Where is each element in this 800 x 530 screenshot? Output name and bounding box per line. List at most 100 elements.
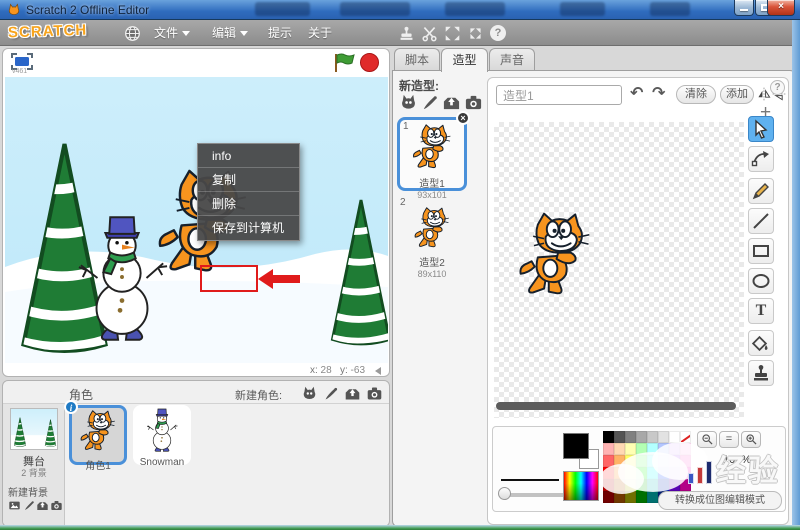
redo-icon[interactable]: ↷ [652, 84, 665, 104]
palette-color[interactable] [603, 431, 614, 443]
line-width-slider-knob[interactable] [498, 487, 511, 500]
upload-costume-icon[interactable] [442, 93, 461, 112]
language-globe-icon[interactable] [124, 25, 141, 42]
context-menu-save-to-computer[interactable]: 保存到计算机 [198, 216, 299, 240]
palette-color[interactable] [669, 431, 680, 443]
tool-rectangle[interactable] [748, 238, 774, 264]
palette-color[interactable] [636, 455, 647, 467]
palette-color[interactable] [669, 467, 680, 479]
collapse-arrow-icon[interactable] [375, 367, 381, 375]
duplicate-stamp-icon[interactable] [398, 25, 415, 42]
clear-button[interactable]: 清除 [676, 85, 716, 104]
palette-color[interactable] [669, 479, 680, 491]
palette-color[interactable] [603, 467, 614, 479]
camera-sprite-icon[interactable] [366, 385, 383, 402]
palette-color[interactable] [658, 479, 669, 491]
context-menu-duplicate[interactable]: 复制 [198, 168, 299, 192]
costume-item-1[interactable]: 1 造型1 93x101 [397, 117, 467, 200]
paint-canvas[interactable] [494, 122, 744, 418]
tool-fill[interactable] [748, 330, 774, 356]
tab-costumes[interactable]: 造型 [441, 48, 488, 72]
sprite-info-badge[interactable]: i [64, 400, 78, 414]
palette-color[interactable] [658, 443, 669, 455]
zoom-in-button[interactable] [741, 431, 761, 448]
palette-color[interactable] [625, 455, 636, 467]
upload-backdrop-icon[interactable] [36, 499, 49, 512]
close-button[interactable]: × [767, 0, 795, 16]
rainbow-color-picker[interactable] [563, 471, 599, 501]
delete-scissors-icon[interactable] [421, 25, 438, 42]
context-menu-info[interactable]: info [198, 144, 299, 168]
menu-edit[interactable]: 编辑 [206, 20, 254, 46]
minimize-button[interactable] [734, 0, 754, 16]
palette-color[interactable] [614, 443, 625, 455]
sprite-card-cat[interactable]: 角色1 [69, 405, 127, 472]
context-menu-delete[interactable]: 删除 [198, 192, 299, 216]
palette-color[interactable] [636, 467, 647, 479]
tool-ellipse[interactable] [748, 268, 774, 294]
palette-color[interactable] [636, 491, 647, 503]
palette-color[interactable] [647, 443, 658, 455]
palette-color[interactable] [603, 443, 614, 455]
palette-color[interactable] [603, 491, 614, 503]
tool-pencil[interactable] [748, 178, 774, 204]
green-flag-icon[interactable] [333, 53, 355, 73]
palette-color[interactable] [614, 431, 625, 443]
tab-sounds[interactable]: 声音 [489, 48, 535, 71]
menu-file[interactable]: 文件 [148, 20, 196, 46]
palette-color[interactable] [614, 467, 625, 479]
palette-color[interactable] [658, 467, 669, 479]
camera-costume-icon[interactable] [464, 93, 483, 112]
palette-color[interactable] [625, 467, 636, 479]
palette-color[interactable] [603, 455, 614, 467]
palette-color[interactable] [625, 479, 636, 491]
sprite-card-snowman[interactable]: Snowman [133, 405, 191, 468]
stage-canvas[interactable]: info 复制 删除 保存到计算机 [5, 77, 388, 363]
palette-color[interactable] [680, 431, 691, 443]
paint-new-sprite-icon[interactable] [323, 385, 340, 402]
palette-color[interactable] [658, 455, 669, 467]
palette-color[interactable] [625, 491, 636, 503]
palette-color[interactable] [614, 455, 625, 467]
add-import-button[interactable]: 添加 [720, 85, 754, 104]
palette-color[interactable] [680, 479, 691, 491]
camera-backdrop-icon[interactable] [50, 499, 63, 512]
tool-text[interactable]: T [748, 298, 774, 324]
primary-color-swatch[interactable] [563, 433, 589, 459]
palette-color[interactable] [658, 431, 669, 443]
palette-color[interactable] [680, 455, 691, 467]
canvas-horizontal-scrollbar[interactable] [496, 402, 736, 410]
costume-item-2[interactable]: 2 造型2 89x110 [397, 197, 467, 279]
zoom-reset-button[interactable]: = [719, 431, 739, 448]
palette-color[interactable] [680, 443, 691, 455]
tool-line[interactable] [748, 208, 774, 234]
convert-to-bitmap-button[interactable]: 转换成位图编辑模式 [658, 491, 782, 510]
paint-new-backdrop-icon[interactable] [23, 499, 36, 512]
palette-color[interactable] [636, 479, 647, 491]
menu-about[interactable]: 关于 [302, 20, 338, 46]
palette-color[interactable] [669, 443, 680, 455]
tab-scripts[interactable]: 脚本 [394, 48, 440, 71]
undo-icon[interactable]: ↶ [630, 84, 643, 104]
new-sprite-library-icon[interactable] [301, 385, 318, 402]
tool-select[interactable] [748, 116, 774, 142]
costume-name-input[interactable] [496, 85, 622, 105]
palette-color[interactable] [647, 491, 658, 503]
palette-color[interactable] [647, 467, 658, 479]
paint-new-costume-icon[interactable] [421, 93, 440, 112]
palette-color[interactable] [647, 455, 658, 467]
palette-color[interactable] [603, 479, 614, 491]
palette-color[interactable] [625, 431, 636, 443]
stop-icon[interactable] [360, 53, 379, 72]
new-costume-library-icon[interactable] [399, 93, 418, 112]
upload-sprite-icon[interactable] [344, 385, 361, 402]
tool-reshape[interactable] [748, 146, 774, 172]
palette-color[interactable] [625, 443, 636, 455]
paint-help-icon[interactable]: ? [770, 80, 785, 95]
block-help-icon[interactable]: ? [490, 25, 506, 41]
palette-color[interactable] [669, 455, 680, 467]
palette-color[interactable] [636, 431, 647, 443]
palette-color[interactable] [647, 431, 658, 443]
grow-icon[interactable] [444, 25, 461, 42]
new-backdrop-library-icon[interactable] [8, 499, 21, 512]
